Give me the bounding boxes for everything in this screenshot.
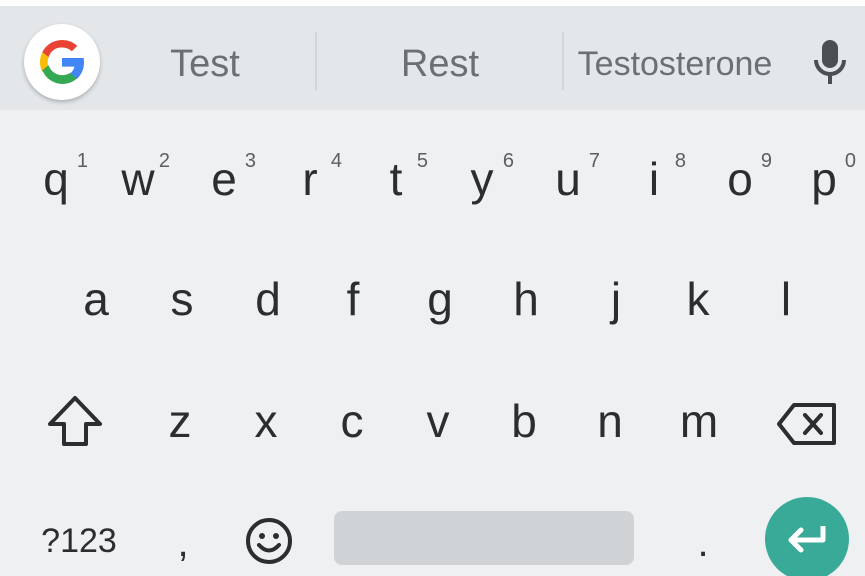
key-label: s [170, 273, 194, 325]
comma-label: , [177, 520, 189, 565]
period-label: . [697, 520, 709, 565]
microphone-icon [814, 40, 846, 84]
key-c[interactable]: c [324, 390, 380, 452]
key-f[interactable]: f [325, 268, 381, 330]
key-label: z [168, 395, 192, 447]
key-z[interactable]: z [152, 390, 208, 452]
key-label: c [340, 395, 364, 447]
key-label: l [780, 273, 792, 325]
key-o[interactable]: o 9 [712, 148, 772, 210]
key-r[interactable]: r 4 [282, 148, 342, 210]
key-label: f [346, 273, 360, 325]
emoji-key[interactable] [240, 512, 298, 570]
key-label: b [511, 395, 537, 447]
key-label: g [427, 273, 453, 325]
voice-input-button[interactable] [808, 38, 852, 86]
key-q[interactable]: q 1 [28, 148, 88, 210]
key-label: r [302, 153, 318, 205]
key-v[interactable]: v [410, 390, 466, 452]
key-label: t [389, 153, 403, 205]
key-label: u [555, 153, 581, 205]
suggestion-divider [562, 32, 564, 90]
key-i[interactable]: i 8 [626, 148, 686, 210]
enter-icon [788, 526, 826, 553]
suggestion-1[interactable]: Test [130, 36, 280, 92]
key-label: q [43, 153, 69, 205]
key-hint: 8 [674, 150, 686, 172]
key-hint: 1 [76, 150, 88, 172]
key-label: a [83, 273, 109, 325]
suggestion-label: Rest [400, 42, 480, 85]
key-u[interactable]: u 7 [540, 148, 600, 210]
key-d[interactable]: d [240, 268, 296, 330]
key-label: e [211, 153, 237, 205]
suggestion-label: Testosterone [577, 44, 773, 83]
key-x[interactable]: x [238, 390, 294, 452]
key-t[interactable]: t 5 [368, 148, 428, 210]
google-icon [39, 39, 84, 84]
key-hint: 6 [502, 150, 514, 172]
key-label: v [426, 395, 450, 447]
key-y[interactable]: y 6 [454, 148, 515, 210]
key-g[interactable]: g [412, 268, 468, 330]
backspace-icon [777, 403, 836, 445]
key-n[interactable]: n [582, 390, 638, 452]
key-label: x [254, 395, 278, 447]
key-label: d [255, 273, 281, 325]
key-b[interactable]: b [496, 390, 552, 452]
key-label: k [686, 273, 710, 325]
key-s[interactable]: s [154, 268, 210, 330]
suggestion-2[interactable]: Rest [360, 36, 520, 92]
key-m[interactable]: m [668, 390, 730, 452]
shift-key[interactable] [40, 388, 110, 454]
key-label: p [811, 153, 837, 205]
key-k[interactable]: k [670, 268, 726, 330]
key-p[interactable]: p 0 [796, 148, 856, 210]
key-label: m [679, 395, 719, 447]
key-h[interactable]: h [498, 268, 554, 330]
spacebar[interactable] [334, 511, 634, 565]
suggestion-label: Test [170, 42, 240, 85]
key-label: i [648, 153, 660, 205]
key-label: o [727, 153, 753, 205]
suggestion-3[interactable]: Testosterone [575, 36, 775, 92]
key-hint: 3 [244, 150, 256, 172]
key-a[interactable]: a [68, 268, 124, 330]
symbols-label: ?123 [41, 521, 117, 560]
key-hint: 4 [330, 150, 342, 172]
key-l[interactable]: l [758, 268, 814, 330]
key-label: y [470, 153, 494, 205]
keyboard: Test Rest Testosterone q 1 w 2 e 3 r 4 t… [0, 0, 865, 576]
key-hint: 9 [760, 150, 772, 172]
emoji-icon [246, 518, 292, 564]
symbols-key[interactable]: ?123 [34, 516, 124, 566]
period-key[interactable]: . [680, 515, 726, 571]
key-label: w [121, 153, 155, 205]
key-label: h [513, 273, 539, 325]
suggestion-divider [315, 32, 317, 90]
key-hint: 5 [416, 150, 428, 172]
key-hint: 0 [844, 150, 856, 172]
backspace-key[interactable] [774, 394, 840, 454]
key-e[interactable]: e 3 [196, 148, 256, 210]
key-hint: 7 [588, 150, 600, 172]
comma-key[interactable]: , [160, 515, 206, 571]
google-button[interactable] [24, 24, 100, 100]
key-label: n [597, 395, 623, 447]
enter-key[interactable] [765, 497, 849, 576]
shift-icon [48, 396, 102, 446]
key-j[interactable]: j [588, 268, 644, 330]
key-hint: 2 [158, 150, 170, 172]
key-label: j [610, 273, 622, 325]
key-w[interactable]: w 2 [110, 148, 170, 210]
